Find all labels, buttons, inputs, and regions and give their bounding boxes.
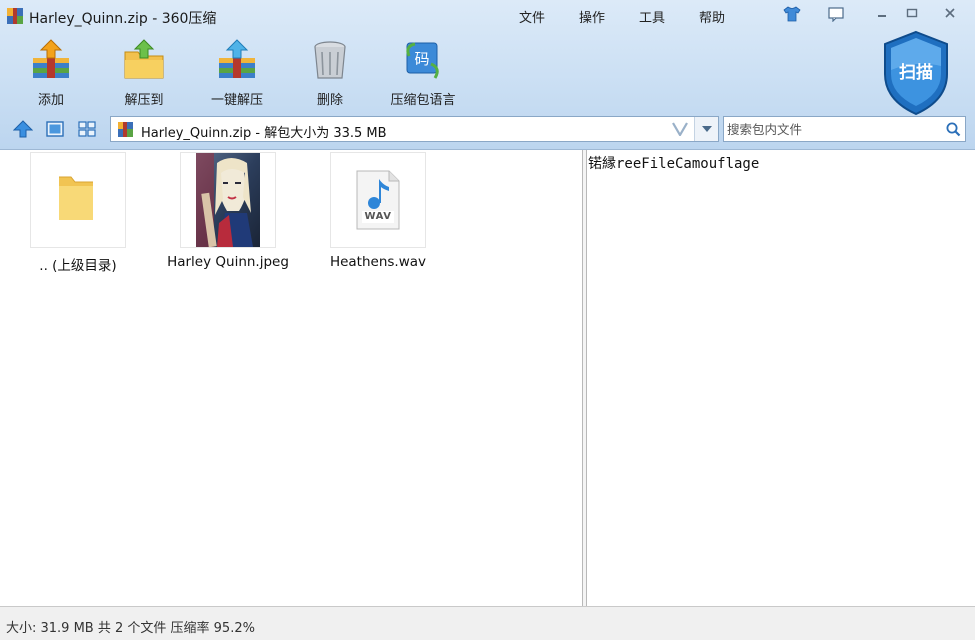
file-item-harley-quinn-jpeg[interactable]: Harley Quinn.jpeg (158, 152, 298, 274)
code-language-icon: 码 (406, 42, 439, 79)
wav-thumb: WAV (330, 152, 426, 248)
one-click-extract-button[interactable]: 一键解压 (192, 36, 282, 108)
maximize-button[interactable] (899, 3, 925, 23)
address-path: Harley_Quinn.zip - 解包大小为 33.5 MB (141, 126, 387, 141)
scan-label: 扫描 (899, 63, 933, 83)
archive-language-button[interactable]: 码 压缩包语言 (378, 36, 468, 108)
extract-to-label: 解压到 (124, 93, 164, 108)
extract-folder-icon (124, 39, 164, 79)
add-button[interactable]: 添加 (6, 36, 96, 108)
archive-language-label: 压缩包语言 (390, 93, 456, 108)
file-item-heathens-wav[interactable]: WAV Heathens.wav (308, 152, 448, 274)
content-area: .. (上级目录) Harley Quinn.jpeg WAV Heathens… (0, 150, 975, 606)
list-view-icon[interactable] (76, 119, 98, 139)
search-icon[interactable] (943, 119, 963, 139)
skin-shirt-icon[interactable] (781, 4, 803, 24)
archive-comment: 锘縁reeFileCamouflage (588, 156, 760, 172)
status-bar: 大小: 31.9 MB 共 2 个文件 压缩率 95.2% (0, 606, 975, 640)
search-box[interactable] (723, 116, 966, 142)
menu-operation[interactable]: 操作 (579, 7, 605, 26)
status-text: 大小: 31.9 MB 共 2 个文件 压缩率 95.2% (6, 621, 255, 636)
menu-tools[interactable]: 工具 (639, 7, 665, 26)
add-archive-icon (33, 39, 69, 78)
file-name: .. (上级目录) (39, 258, 117, 274)
large-icon-view-icon[interactable] (44, 119, 66, 139)
menu-file[interactable]: 文件 (519, 7, 545, 26)
address-dropdown-button[interactable] (694, 117, 718, 141)
extract-to-button[interactable]: 解压到 (99, 36, 189, 108)
folder-thumb (30, 152, 126, 248)
navigation-bar: Harley_Quinn.zip - 解包大小为 33.5 MB (0, 114, 975, 144)
zip-file-icon (118, 122, 133, 137)
svg-text:码: 码 (414, 50, 429, 68)
one-click-extract-label: 一键解压 (210, 93, 263, 108)
menu-help[interactable]: 帮助 (699, 7, 725, 26)
add-label: 添加 (37, 93, 64, 108)
image-thumbnail (180, 152, 276, 248)
up-arrow-icon[interactable] (12, 119, 34, 139)
folder-icon (59, 176, 93, 220)
wav-file-icon (356, 170, 400, 230)
delete-button[interactable]: 删除 (285, 36, 375, 108)
one-click-extract-icon (219, 39, 255, 78)
parent-directory-item[interactable]: .. (上级目录) (8, 152, 148, 274)
window-title: Harley_Quinn.zip - 360压缩 (29, 11, 217, 27)
chevron-down-icon (701, 126, 712, 132)
address-bar[interactable]: Harley_Quinn.zip - 解包大小为 33.5 MB (110, 116, 719, 142)
title-bar: Harley_Quinn.zip - 360压缩 文件 操作 工具 帮助 (0, 0, 975, 30)
file-name: Heathens.wav (329, 254, 427, 270)
feedback-icon[interactable] (825, 4, 847, 24)
top-chrome: Harley_Quinn.zip - 360压缩 文件 操作 工具 帮助 添加 … (0, 0, 975, 150)
scan-button[interactable]: 扫描 (881, 30, 951, 116)
app-icon (7, 8, 23, 24)
wav-badge: WAV (364, 211, 392, 222)
verify-v-icon[interactable] (669, 118, 691, 140)
comment-pane: 锘縁reeFileCamouflage (587, 150, 975, 606)
file-name: Harley Quinn.jpeg (167, 254, 289, 270)
file-list-pane[interactable]: .. (上级目录) Harley Quinn.jpeg WAV Heathens… (0, 150, 582, 606)
close-button[interactable] (937, 3, 963, 23)
trash-icon (314, 41, 346, 79)
search-input[interactable] (727, 120, 937, 138)
delete-label: 删除 (316, 93, 343, 108)
minimize-button[interactable] (869, 3, 895, 23)
